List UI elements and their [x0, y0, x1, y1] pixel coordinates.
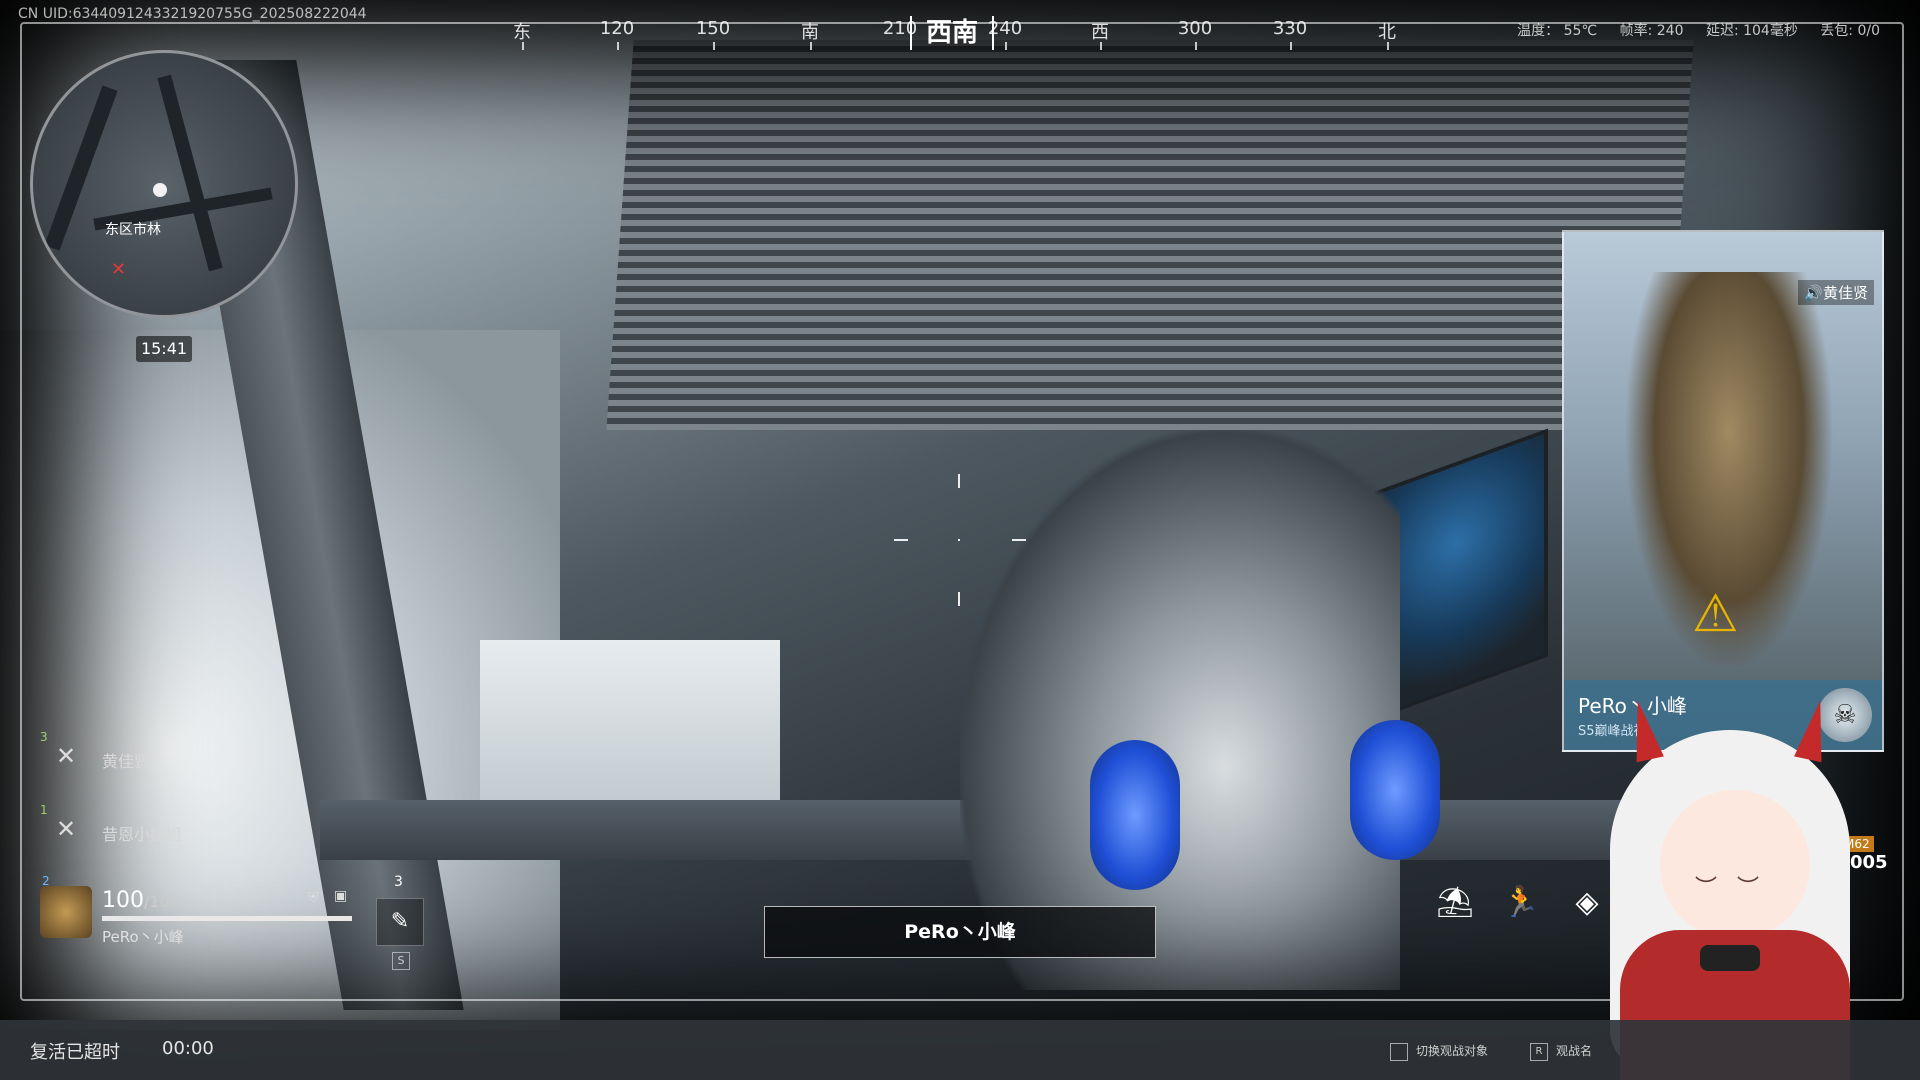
- compass-label: 150: [695, 18, 731, 39]
- killfeed-slot: 3: [40, 730, 48, 744]
- compass-heading: 西南: [910, 16, 994, 50]
- parachute-icon[interactable]: ⛱: [1428, 876, 1482, 930]
- fps-readout: 帧率: 240: [1619, 23, 1684, 39]
- shield-icon: ⛨: [308, 890, 319, 906]
- avatar-eyes: ︶︶: [1695, 876, 1780, 901]
- compass-label: 西: [1091, 22, 1109, 43]
- crosshair-line: [958, 592, 960, 606]
- hp-bar-fill: [102, 916, 352, 921]
- minimap-road: [157, 74, 223, 272]
- compass-tick: [713, 42, 715, 50]
- player-status: 2 100/100 PeRo丶小峰 ⛨ ▣: [40, 874, 360, 950]
- eliminated-icon: ✕: [56, 742, 77, 770]
- temperature-readout: 温度： 55℃: [1517, 23, 1598, 39]
- switch-spectate-hint[interactable]: 切换观战对象: [1390, 1042, 1488, 1061]
- avatar-bow: [1700, 945, 1760, 971]
- compass-tick: [522, 42, 524, 50]
- killfeed-name: 昔恩小姐姐: [102, 825, 183, 844]
- avatar-face: [1660, 790, 1810, 940]
- avatar-horn: [1624, 697, 1664, 763]
- latency-readout: 延迟: 104毫秒: [1705, 23, 1798, 39]
- compass-tick: [1195, 42, 1197, 50]
- player-card: 🔊黄佳贤 ⚠ PeRo丶小峰 S5巅峰战神 ☠: [1562, 230, 1884, 752]
- hint-label: 切换观战对象: [1416, 1044, 1489, 1058]
- compass-label: 120: [599, 18, 635, 39]
- compass-tick: [1005, 42, 1007, 50]
- minimap[interactable]: 东区市林 ✕: [30, 50, 298, 318]
- hint-key: R: [1530, 1042, 1548, 1061]
- match-timer: 15:41: [136, 336, 192, 362]
- crosshair-line: [958, 474, 960, 488]
- killfeed-slot: 1: [40, 803, 48, 817]
- warning-icon: ⚠: [1692, 584, 1739, 644]
- avatar: [40, 886, 92, 938]
- hp-readout: 100/100: [102, 888, 180, 913]
- killfeed-name: 黄佳贤: [102, 752, 151, 771]
- player-position-icon: [153, 183, 167, 197]
- compass-tick: [1290, 42, 1292, 50]
- minimap-area-label: 东区市林: [105, 222, 161, 238]
- gadget-slot[interactable]: ✎: [376, 898, 424, 946]
- bag-icon: ▣: [334, 888, 348, 904]
- player-name: PeRo丶小峰: [102, 928, 184, 946]
- hp-bar: [102, 916, 352, 921]
- spectated-player-name: PeRo丶小峰: [764, 906, 1156, 958]
- compass-label: 北: [1378, 22, 1396, 43]
- revive-status: 复活已超时: [30, 1042, 120, 1063]
- packet-loss-readout: 丢包: 0/0: [1820, 23, 1880, 39]
- gadget-key: S: [392, 952, 410, 970]
- compass-label: 300: [1177, 18, 1213, 39]
- perf-status: 温度： 55℃ 帧率: 240 延迟: 104毫秒 丢包: 0/0: [1499, 20, 1880, 40]
- voice-chat-indicator: 🔊黄佳贤: [1798, 280, 1874, 305]
- avatar-horn: [1794, 697, 1834, 763]
- hint-label: 观战名: [1556, 1044, 1593, 1058]
- syringe-icon: ✎: [390, 909, 410, 934]
- crosshair-line: [1012, 539, 1026, 541]
- hp-max: /100: [144, 892, 180, 911]
- crosshair-dot: [958, 539, 960, 541]
- runner-icon[interactable]: 🏃: [1494, 876, 1548, 930]
- uid-text: CN UID:6344091243321920755G_202508222044: [18, 6, 367, 22]
- compass-label: 330: [1272, 18, 1308, 39]
- enemy-marker-icon: ✕: [111, 259, 127, 280]
- compass-tick: [1100, 42, 1102, 50]
- compass-label: 南: [801, 22, 819, 43]
- revive-timer: 00:00: [162, 1038, 214, 1059]
- compass-bar: 东 120 150 南 210 240 西 300 330 北 西南: [470, 16, 1396, 56]
- compass-tick: [1387, 42, 1389, 50]
- gadget-count: 3: [394, 874, 403, 890]
- crosshair-line: [894, 539, 908, 541]
- compass-tick: [810, 42, 812, 50]
- hint-key: [1390, 1042, 1408, 1061]
- spectate-bar: 复活已超时 00:00 切换观战对象 R 观战名: [0, 1020, 1920, 1080]
- spectate-name-hint[interactable]: R 观战名: [1530, 1042, 1592, 1061]
- compass-label: 东: [513, 22, 531, 43]
- compass-tick: [617, 42, 619, 50]
- eliminated-icon: ✕: [56, 815, 77, 843]
- hp-value: 100: [102, 888, 144, 913]
